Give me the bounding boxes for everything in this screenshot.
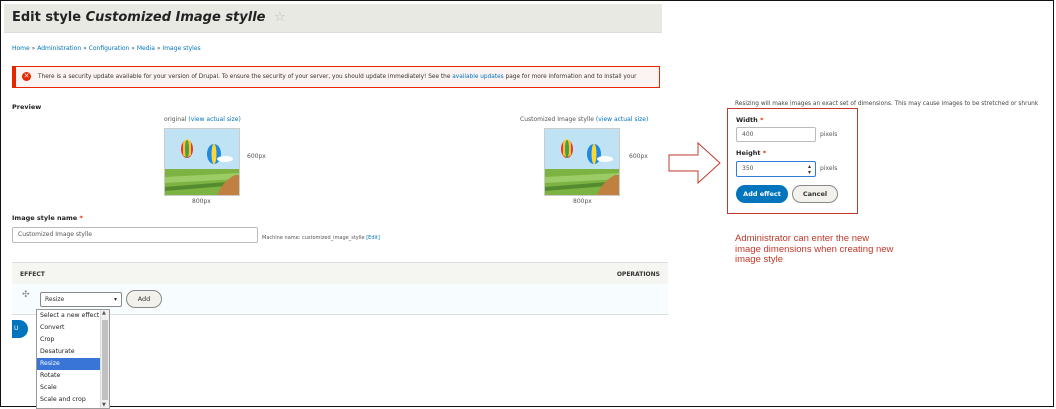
selected-effect-value: Resize (45, 296, 65, 303)
height-label: Height * (736, 149, 766, 157)
styled-width-label: 800px (573, 198, 592, 205)
required-marker: * (79, 214, 83, 222)
dropdown-option[interactable]: Crop (37, 334, 109, 346)
width-label-text: Width (736, 116, 758, 124)
breadcrumb-separator: » (83, 45, 87, 52)
dropdown-option[interactable]: Desaturate (37, 346, 109, 358)
scrollbar-thumb[interactable] (102, 320, 108, 400)
alert-text-after: page for more information and to install… (505, 74, 637, 80)
width-input[interactable]: 400 (736, 127, 816, 142)
styled-caption-text: Customized Image stylle (520, 116, 594, 123)
required-marker: * (760, 116, 764, 124)
view-actual-size-link-styled[interactable]: (view actual size) (596, 116, 648, 123)
preview-label: Preview (12, 103, 42, 111)
dropdown-option[interactable]: Scale and crop (37, 394, 109, 406)
page-header: Edit style Customized Image stylle ☆ (4, 4, 662, 33)
styled-preview-image (544, 128, 620, 196)
height-label-text: Height (736, 149, 761, 157)
breadcrumb-configuration[interactable]: Configuration (89, 45, 130, 52)
height-unit: pixels (820, 165, 838, 172)
annotation-text: Administrator can enter the new image di… (735, 233, 935, 266)
resize-effect-panel: Width * 400 pixels Height * 350 ▴ ▾ pixel… (727, 108, 858, 214)
add-effect-row-button[interactable]: Add (126, 290, 162, 308)
dropdown-option[interactable]: Scale (37, 382, 109, 394)
width-unit: pixels (820, 131, 838, 138)
dropdown-option[interactable]: Rotate (37, 370, 109, 382)
dropdown-option-selected[interactable]: Resize (37, 358, 109, 370)
view-actual-size-link-original[interactable]: (view actual size) (188, 116, 240, 123)
new-effect-select[interactable]: Resize ▾ (40, 292, 122, 307)
height-input[interactable]: 350 ▴ ▾ (736, 161, 816, 177)
operations-column-header: OPERATIONS (616, 271, 660, 278)
machine-name: Machine name: customized_image_stylle [E… (262, 235, 380, 241)
annotation-line-1: Administrator can enter the new (735, 233, 870, 244)
required-marker: * (762, 149, 767, 157)
cancel-button[interactable]: Cancel (792, 185, 838, 203)
add-effect-button[interactable]: Add effect (736, 185, 788, 203)
image-style-name-label-text: Image style name (12, 214, 78, 222)
styled-height-label: 600px (629, 153, 648, 160)
original-preview-image (164, 128, 240, 196)
breadcrumb-separator: » (31, 45, 36, 52)
breadcrumb-media[interactable]: Media (137, 45, 155, 52)
annotation-line-3: image style (735, 254, 784, 265)
breadcrumb: Home » Administration » Configuration » … (12, 45, 201, 52)
machine-name-edit-link[interactable]: [Edit] (366, 235, 380, 241)
breadcrumb-home[interactable]: Home (12, 45, 30, 52)
breadcrumb-administration[interactable]: Administration (37, 45, 81, 52)
effect-column-header: EFFECT (20, 271, 45, 278)
scroll-up-icon[interactable]: ▲ (102, 310, 106, 316)
update-style-button[interactable]: U (12, 320, 28, 338)
breadcrumb-separator: » (131, 45, 135, 52)
effects-table-header: EFFECT OPERATIONS (12, 262, 668, 286)
pointer-arrow-icon (668, 141, 721, 185)
alert-text-before: There is a security update available for… (38, 74, 451, 80)
original-caption-text: original (164, 116, 187, 123)
error-icon: ✕ (22, 72, 31, 81)
balloon-landscape-image (165, 129, 239, 195)
machine-name-text: Machine name: customized_image_stylle (262, 235, 365, 241)
width-label: Width * (736, 116, 763, 124)
original-width-label: 800px (192, 198, 211, 205)
effect-dropdown-list[interactable]: Select a new effect Convert Crop Desatur… (36, 309, 110, 409)
security-alert: ✕ There is a security update available f… (12, 66, 660, 88)
shortcut-star-icon[interactable]: ☆ (274, 10, 286, 25)
alert-message: There is a security update available for… (38, 74, 636, 80)
title-style-name: Customized Image stylle (85, 10, 266, 25)
drag-handle-icon[interactable]: ✣ (22, 290, 30, 300)
title-prefix: Edit style (12, 10, 82, 25)
new-effect-row: ✣ Resize ▾ Add (12, 284, 668, 315)
dropdown-scrollbar[interactable]: ▲ ▼ (100, 310, 109, 408)
image-style-name-input[interactable]: Customized Image stylle (12, 227, 258, 243)
balloon-landscape-image (545, 129, 619, 195)
breadcrumb-image-styles[interactable]: Image styles (162, 45, 200, 52)
dropdown-option[interactable]: Select a new effect (37, 310, 109, 322)
chevron-down-icon: ▾ (113, 296, 117, 303)
number-spinner-icon[interactable]: ▴ ▾ (808, 164, 811, 176)
page-title: Edit style Customized Image stylle ☆ (12, 10, 286, 25)
original-caption: original (view actual size) (164, 116, 241, 123)
height-input-value: 350 (742, 165, 754, 172)
image-style-name-label: Image style name * (12, 214, 83, 222)
drupal-admin-page: Edit style Customized Image stylle ☆ Hom… (4, 4, 668, 409)
resize-description: Resizing will make images an exact set o… (735, 101, 1039, 107)
original-height-label: 600px (247, 153, 266, 160)
available-updates-link[interactable]: available updates (452, 74, 503, 80)
dropdown-option[interactable]: Convert (37, 322, 109, 334)
styled-caption: Customized Image stylle (view actual siz… (520, 116, 648, 123)
scroll-down-icon[interactable]: ▼ (102, 402, 106, 408)
breadcrumb-separator: » (156, 45, 161, 52)
